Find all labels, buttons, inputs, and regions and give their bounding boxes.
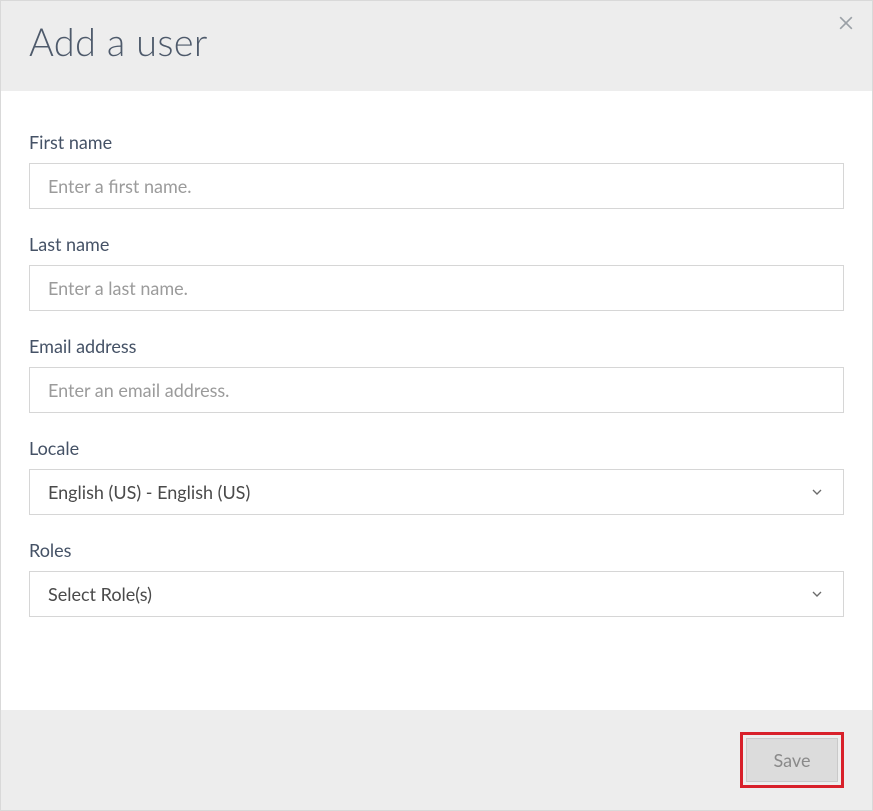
modal-title: Add a user: [29, 19, 844, 65]
modal-body: First name Last name Email address Local…: [1, 91, 872, 710]
locale-label: Locale: [29, 437, 844, 459]
add-user-modal: Add a user First name Last name Email ad…: [0, 0, 873, 811]
save-button-highlight: Save: [740, 732, 844, 788]
first-name-field[interactable]: [29, 163, 844, 209]
locale-group: Locale English (US) - English (US): [29, 437, 844, 515]
first-name-label: First name: [29, 131, 844, 153]
save-button[interactable]: Save: [746, 738, 838, 782]
locale-selected-value: English (US) - English (US): [48, 481, 250, 503]
locale-select[interactable]: English (US) - English (US): [29, 469, 844, 515]
last-name-field[interactable]: [29, 265, 844, 311]
close-button[interactable]: [830, 7, 862, 39]
roles-placeholder: Select Role(s): [48, 583, 152, 605]
modal-footer: Save: [1, 710, 872, 810]
chevron-down-icon: [809, 586, 825, 602]
last-name-label: Last name: [29, 233, 844, 255]
email-field[interactable]: [29, 367, 844, 413]
roles-group: Roles Select Role(s): [29, 539, 844, 617]
close-icon: [836, 13, 856, 33]
first-name-group: First name: [29, 131, 844, 209]
modal-header: Add a user: [1, 1, 872, 91]
last-name-group: Last name: [29, 233, 844, 311]
email-group: Email address: [29, 335, 844, 413]
roles-select[interactable]: Select Role(s): [29, 571, 844, 617]
email-label: Email address: [29, 335, 844, 357]
roles-label: Roles: [29, 539, 844, 561]
chevron-down-icon: [809, 484, 825, 500]
